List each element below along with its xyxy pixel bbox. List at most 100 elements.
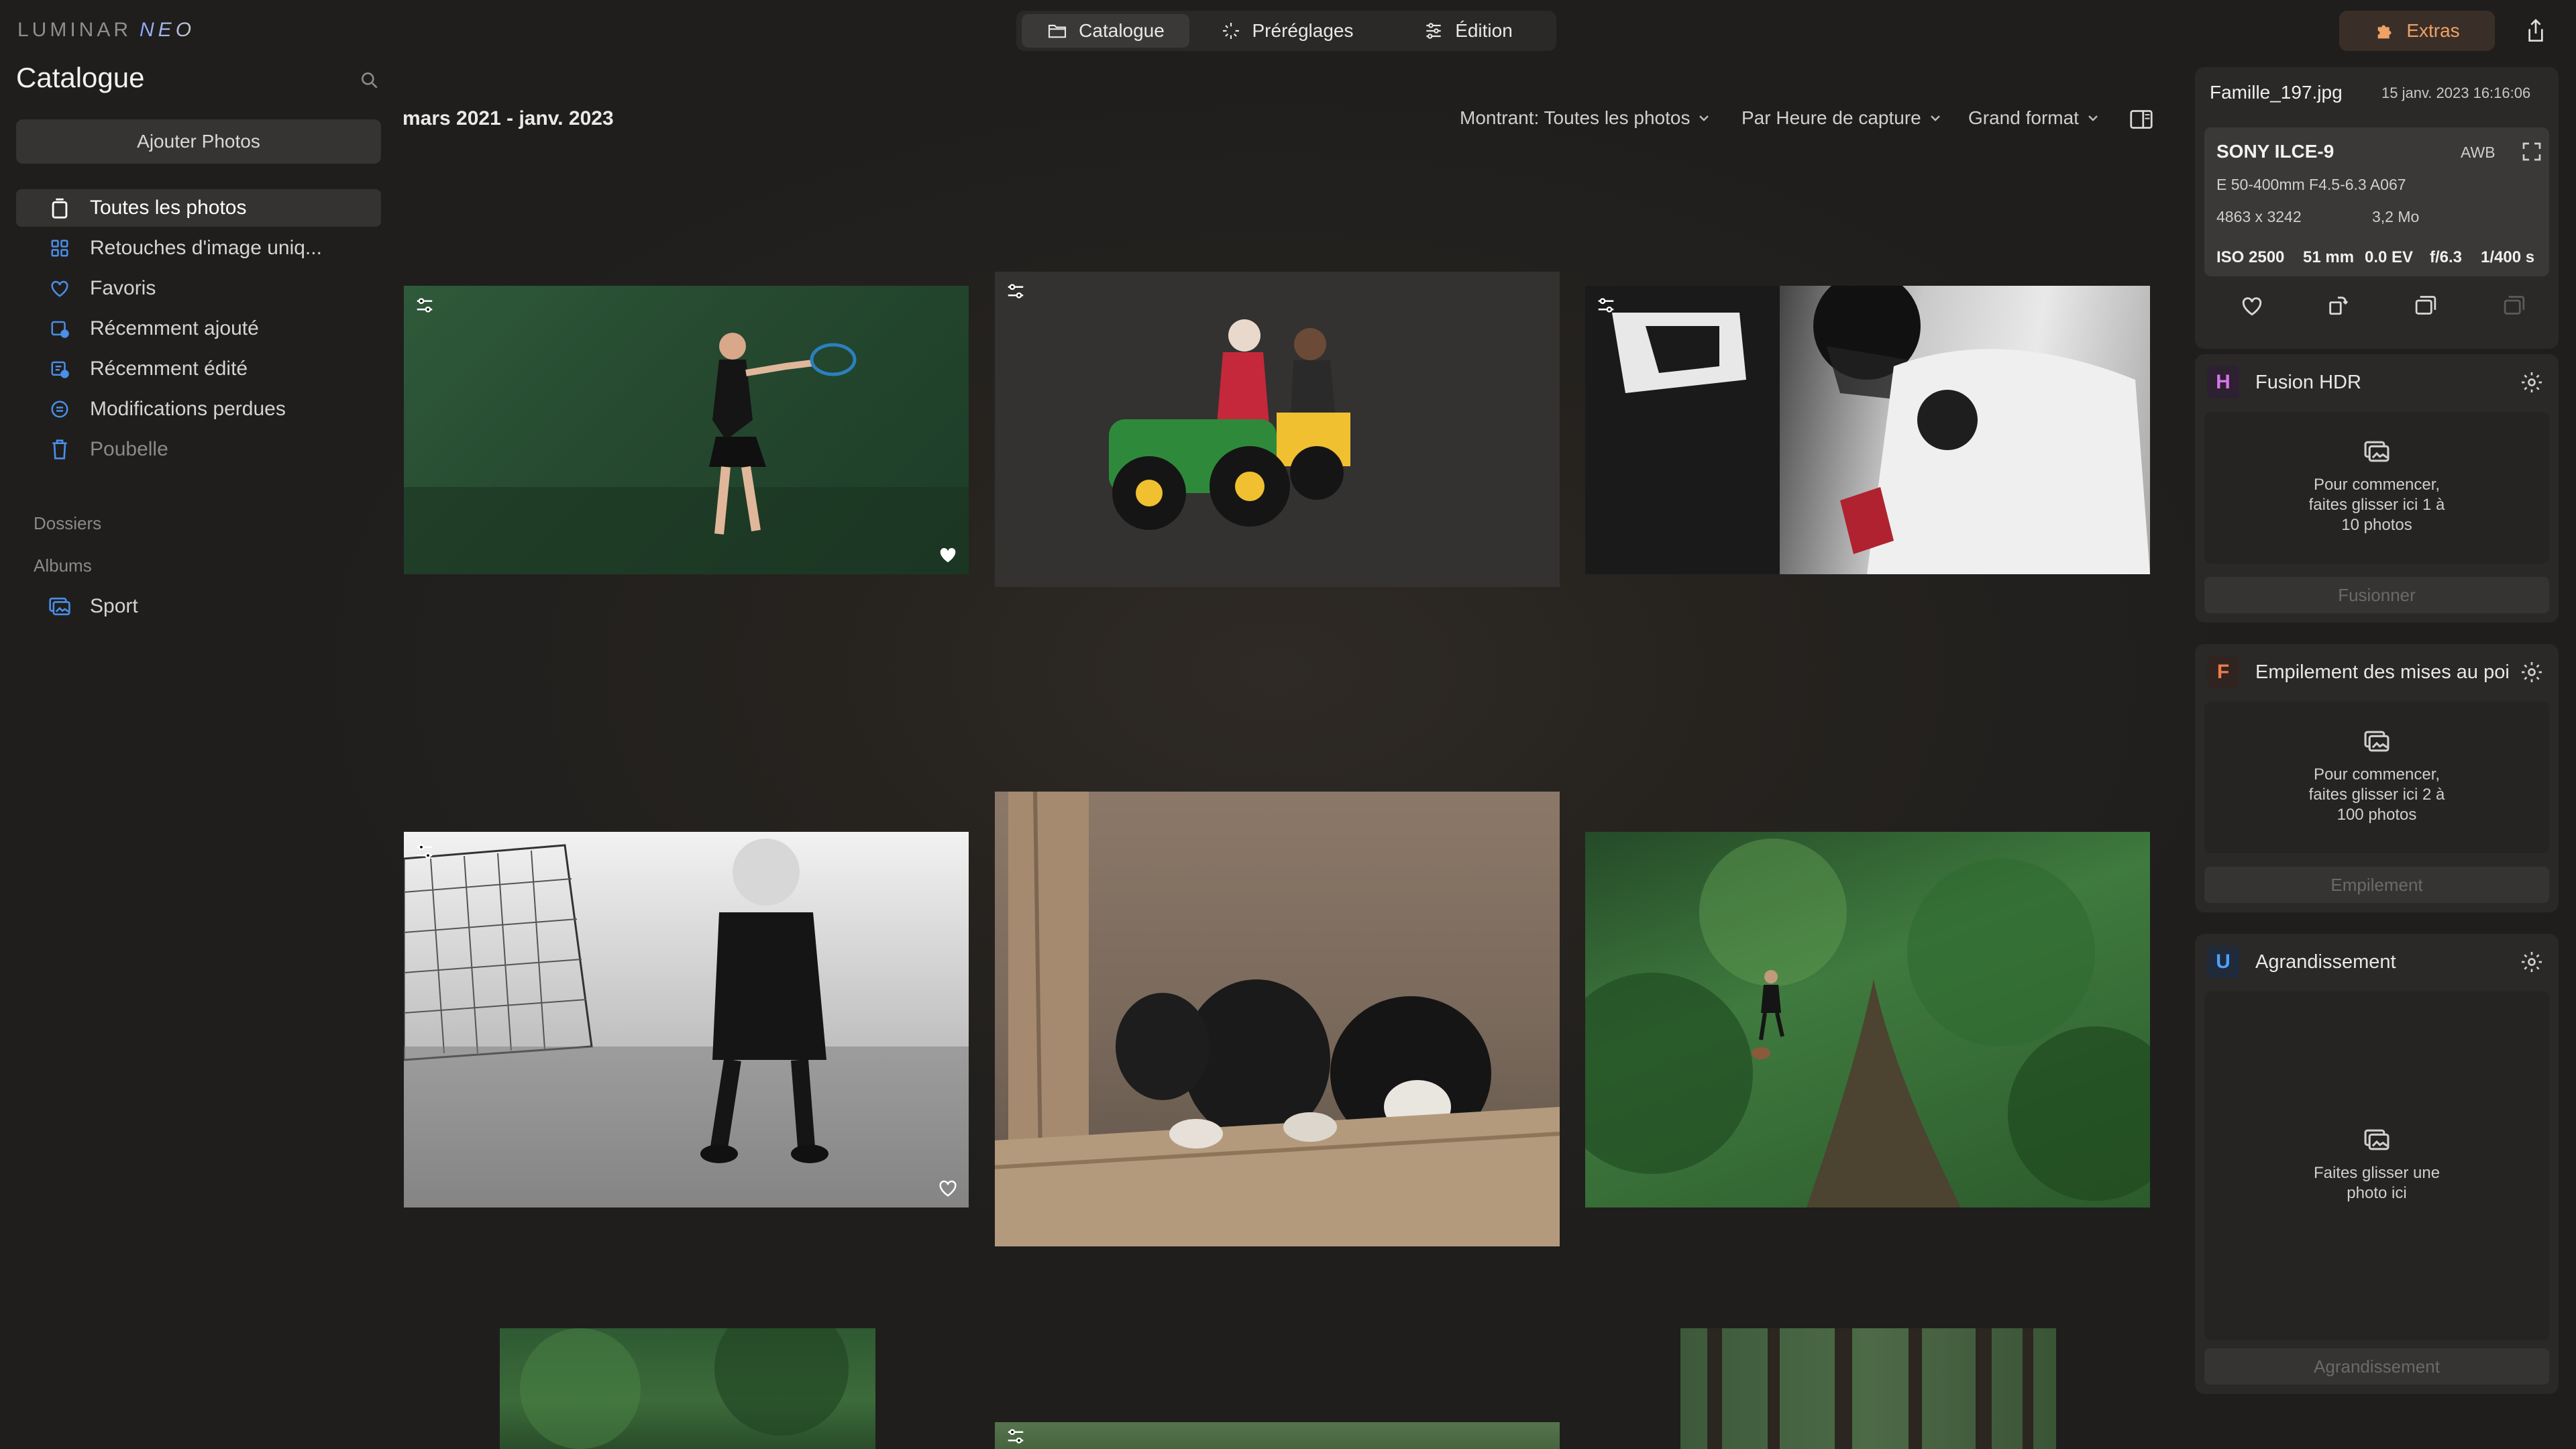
compare-icon[interactable] xyxy=(2414,294,2438,317)
add-photos-button[interactable]: Ajouter Photos xyxy=(16,119,381,164)
gear-icon[interactable] xyxy=(2520,660,2544,684)
sidebar-title: Catalogue xyxy=(16,62,145,93)
sort-dropdown[interactable]: Par Heure de capture xyxy=(1741,107,1941,129)
favorite-heart-icon[interactable] xyxy=(938,1178,958,1198)
forest-runner-image xyxy=(1585,839,2150,1208)
sidebar-item-single-edits[interactable]: Retouches d'image uniq... xyxy=(16,229,381,267)
tool-title: Empilement des mises au point xyxy=(2255,661,2510,683)
folder-icon xyxy=(1049,24,1067,38)
tab-catalogue[interactable]: Catalogue xyxy=(1022,14,1189,48)
exif-focal: 51 mm xyxy=(2303,248,2355,266)
puppies-image xyxy=(995,792,1560,1246)
chevron-down-icon xyxy=(1699,115,1709,121)
share-icon xyxy=(2528,19,2543,42)
focus-drop-zone[interactable]: Pour commencer, faites glisser ici 2 à 1… xyxy=(2204,702,2549,853)
photo-thumbnail[interactable] xyxy=(995,792,1560,1246)
top-bar: LUMINAR NEO Catalogue Préréglages Éditio… xyxy=(0,0,2576,62)
folders-label: Dossiers xyxy=(34,513,102,533)
mode-tabs: Catalogue Préréglages Édition xyxy=(1016,11,1556,51)
sidebar-item-album-sport[interactable]: Sport xyxy=(16,588,381,625)
edited-icon xyxy=(417,844,433,859)
photo-thumbnail[interactable] xyxy=(1585,832,2150,1208)
share-button[interactable] xyxy=(2522,16,2549,46)
lens-model: E 50-400mm F4.5-6.3 A067 xyxy=(2216,176,2406,193)
tool-title: Agrandissement xyxy=(2255,951,2396,973)
tennis-player-image xyxy=(404,333,969,574)
extras-button[interactable]: Extras xyxy=(2339,11,2495,51)
edited-icon xyxy=(1008,1429,1024,1444)
grid-icon xyxy=(48,237,71,260)
tool-card-focus-stacking: F Empilement des mises au point Pour com… xyxy=(2195,644,2559,912)
file-date: 15 janv. 2023 16:16:06 xyxy=(2381,85,2531,101)
sidebar-item-favorites[interactable]: Favoris xyxy=(16,270,381,307)
edited-icon xyxy=(417,298,433,313)
edited-icon xyxy=(1598,298,1614,313)
view-size-dropdown[interactable]: Grand format xyxy=(1968,107,2099,129)
stack-icon[interactable] xyxy=(2502,294,2526,317)
sidebar-item-all-photos[interactable]: Toutes les photos xyxy=(16,189,381,227)
favorite-icon[interactable] xyxy=(2241,295,2263,317)
file-size: 3,2 Mo xyxy=(2372,208,2420,225)
edited-icon xyxy=(1008,284,1024,299)
stack-button[interactable]: Empilement xyxy=(2204,867,2549,903)
hdr-badge-icon: H xyxy=(2207,366,2239,398)
sliders-icon xyxy=(1426,23,1441,39)
photo-thumbnail[interactable] xyxy=(404,286,969,574)
photo-drop-icon xyxy=(2364,1129,2390,1150)
sidebar-item-trash[interactable]: Poubelle xyxy=(16,431,381,468)
pine-forest-image xyxy=(1707,1328,2033,1449)
kids-tractor-image xyxy=(1109,319,1350,530)
gear-icon[interactable] xyxy=(2520,370,2544,394)
album-icon xyxy=(48,595,71,618)
merge-button[interactable]: Fusionner xyxy=(2204,577,2549,613)
exif-box: SONY ILCE-9 AWB E 50-400mm F4.5-6.3 A067… xyxy=(2204,127,2549,276)
trash-icon xyxy=(48,438,71,461)
file-name: Famille_197.jpg xyxy=(2210,82,2343,103)
sidebar-item-recent-added[interactable]: Récemment ajouté xyxy=(16,310,381,347)
lost-edits-icon xyxy=(48,398,71,421)
chevron-down-icon xyxy=(1930,115,1940,121)
sidebar-item-recent-edited[interactable]: Récemment édité xyxy=(16,350,381,388)
rotate-icon[interactable] xyxy=(2326,294,2349,317)
exif-ev: 0.0 EV xyxy=(2365,248,2414,266)
camera-model: SONY ILCE-9 xyxy=(2216,141,2334,162)
image-dimensions: 4863 x 3242 xyxy=(2216,208,2302,225)
white-balance: AWB xyxy=(2461,144,2496,161)
photo-thumbnail[interactable] xyxy=(1585,286,2150,574)
puzzle-icon xyxy=(2377,25,2392,39)
tab-preglages[interactable]: Préréglages xyxy=(1203,14,1371,48)
hockey-player-image xyxy=(1585,286,2150,574)
focus-badge-icon: F xyxy=(2207,656,2239,688)
forest-path-image xyxy=(520,1328,849,1449)
recent-edited-icon xyxy=(48,358,71,380)
upscale-badge-icon: U xyxy=(2207,946,2239,978)
heart-icon xyxy=(48,277,71,300)
tool-title: Fusion HDR xyxy=(2255,372,2361,393)
gear-icon[interactable] xyxy=(2520,950,2544,974)
app-logo: LUMINAR NEO xyxy=(17,19,196,41)
recent-added-icon xyxy=(48,317,71,340)
photo-thumbnail[interactable] xyxy=(500,1328,875,1449)
exif-aperture: f/6.3 xyxy=(2430,248,2463,266)
upscale-button[interactable]: Agrandissement xyxy=(2204,1348,2549,1385)
search-icon[interactable] xyxy=(359,70,380,91)
upscale-drop-zone[interactable]: Faites glisser une photo ici xyxy=(2204,991,2549,1340)
hdr-drop-zone[interactable]: Pour commencer, faites glisser ici 1 à 1… xyxy=(2204,412,2549,564)
fullscreen-icon[interactable] xyxy=(2521,141,2542,162)
sparkle-icon xyxy=(1222,23,1239,39)
panel-toggle-icon[interactable] xyxy=(2129,109,2153,130)
photos-drop-icon xyxy=(2364,731,2390,752)
photo-thumbnail[interactable] xyxy=(995,272,1560,587)
photos-icon xyxy=(48,197,71,219)
date-range: mars 2021 - janv. 2023 xyxy=(402,107,614,129)
albums-label: Albums xyxy=(34,555,92,576)
photo-thumbnail[interactable] xyxy=(995,1422,1560,1449)
filter-showing-dropdown[interactable]: Montrant: Toutes les photos xyxy=(1460,107,1710,129)
tab-edition[interactable]: Édition xyxy=(1384,14,1552,48)
photo-thumbnail[interactable] xyxy=(1680,1328,2056,1449)
sidebar-item-lost-edits[interactable]: Modifications perdues xyxy=(16,390,381,428)
photo-thumbnail[interactable] xyxy=(404,832,969,1208)
photos-drop-icon xyxy=(2364,441,2390,462)
favorite-heart-icon[interactable] xyxy=(938,545,958,565)
chevron-down-icon xyxy=(2088,115,2098,121)
